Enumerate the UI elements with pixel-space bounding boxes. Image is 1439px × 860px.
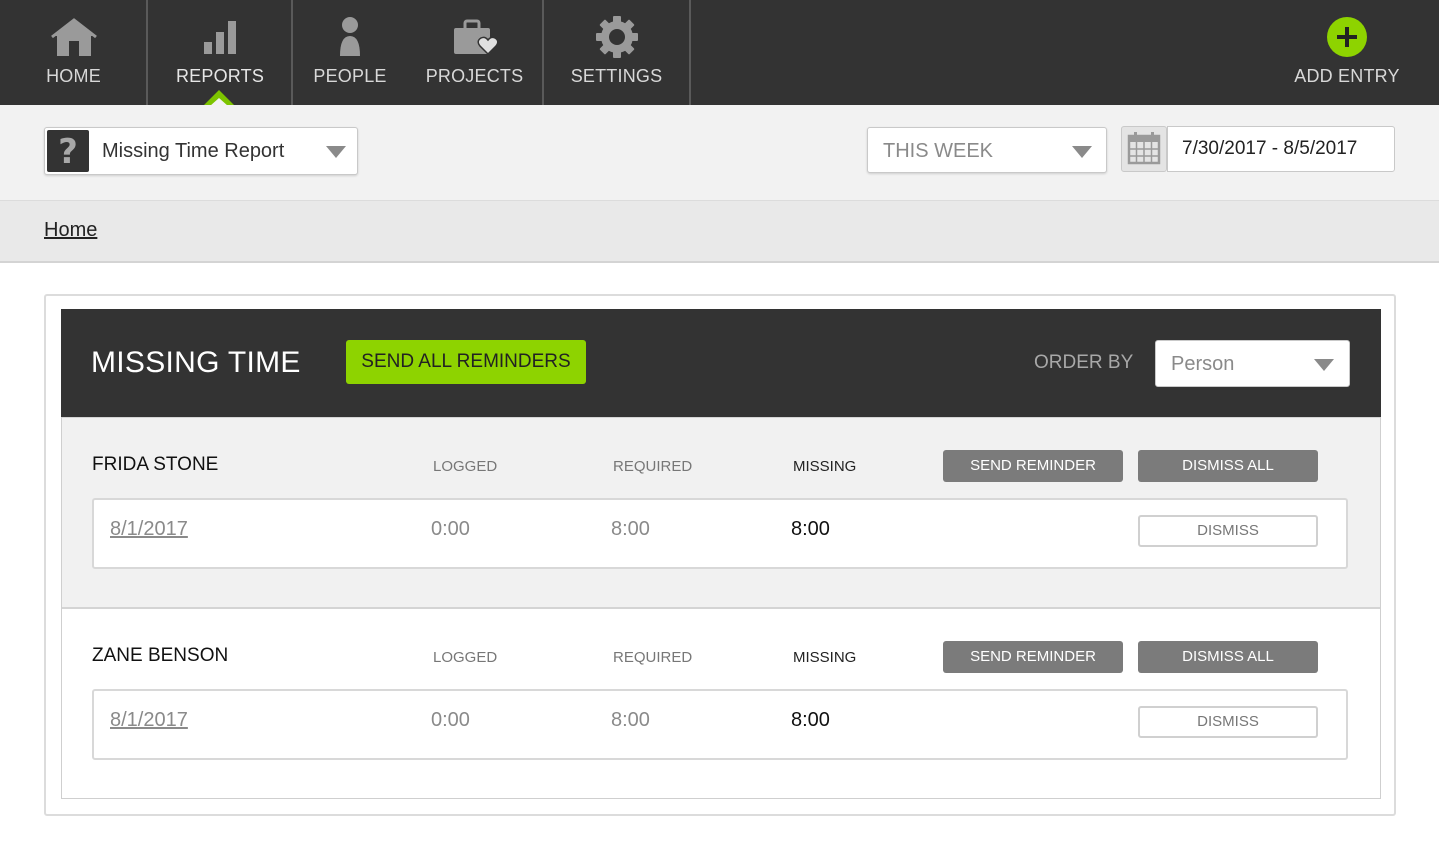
required-header: REQUIRED (613, 649, 693, 666)
nav-divider (689, 0, 691, 105)
missing-time-title: MISSING TIME (91, 346, 301, 379)
add-entry-label: ADD ENTRY (1294, 66, 1400, 86)
nav-reports-label: REPORTS (175, 66, 265, 86)
calendar-icon (1127, 132, 1161, 165)
bar-chart-icon (204, 21, 236, 54)
briefcase-heart-icon (453, 19, 498, 56)
nav-people[interactable]: PEOPLE (293, 0, 407, 105)
date-range-select[interactable]: THIS WEEK (867, 127, 1107, 173)
dismiss-all-button[interactable]: DISMISS ALL (1138, 641, 1318, 673)
date-range-select-value: THIS WEEK (883, 140, 994, 162)
missing-value: 8:00 (791, 518, 830, 540)
nav-settings-label: SETTINGS (570, 66, 663, 86)
plus-circle-icon (1327, 17, 1367, 57)
nav-projects[interactable]: PROJECTS (407, 0, 542, 105)
missing-value: 8:00 (791, 709, 830, 731)
person-name: ZANE BENSON (92, 645, 229, 666)
person-section: FRIDA STONE LOGGED REQUIRED MISSING SEND… (62, 417, 1380, 607)
send-reminder-button[interactable]: SEND REMINDER (943, 450, 1123, 482)
logged-header: LOGGED (433, 649, 498, 666)
missing-header: MISSING (793, 458, 857, 475)
nav-home-label: HOME (46, 66, 101, 86)
order-by-select[interactable]: Person (1155, 340, 1350, 387)
calendar-button[interactable] (1121, 126, 1167, 172)
send-reminder-button[interactable]: SEND REMINDER (943, 641, 1123, 673)
chevron-down-icon (326, 146, 346, 158)
report-type-value: Missing Time Report (102, 140, 285, 162)
required-header: REQUIRED (613, 458, 693, 475)
help-icon: ? (47, 130, 89, 172)
chevron-down-icon (1072, 146, 1092, 158)
nav-home[interactable]: HOME (0, 0, 147, 105)
person-section: ZANE BENSON LOGGED REQUIRED MISSING SEND… (62, 607, 1380, 798)
date-range-field[interactable]: 7/30/2017 - 8/5/2017 (1167, 126, 1395, 172)
nav-projects-label: PROJECTS (425, 66, 524, 86)
gear-icon (595, 16, 638, 58)
report-toolbar: ? Missing Time Report THIS WEEK 7/30/201… (0, 105, 1439, 201)
dismiss-button[interactable]: DISMISS (1138, 515, 1318, 547)
logged-value: 0:00 (431, 518, 470, 540)
table-row: 8/1/2017 0:00 8:00 8:00 DISMISS (92, 689, 1348, 760)
breadcrumb: Home (0, 201, 1439, 263)
nav-settings[interactable]: SETTINGS (544, 0, 689, 105)
entry-date-link[interactable]: 8/1/2017 (110, 518, 188, 541)
svg-text:?: ? (58, 132, 78, 172)
required-value: 8:00 (611, 518, 650, 540)
missing-header: MISSING (793, 649, 857, 666)
logged-header: LOGGED (433, 458, 498, 475)
breadcrumb-home-link[interactable]: Home (44, 219, 97, 242)
order-by-label: ORDER BY (1034, 352, 1134, 373)
person-name: FRIDA STONE (92, 454, 219, 475)
entry-date-link[interactable]: 8/1/2017 (110, 709, 188, 732)
send-all-reminders-button[interactable]: SEND ALL REMINDERS (346, 340, 586, 384)
required-value: 8:00 (611, 709, 650, 731)
report-type-select[interactable]: ? Missing Time Report (44, 127, 358, 175)
table-row: 8/1/2017 0:00 8:00 8:00 DISMISS (92, 498, 1348, 569)
order-by-value: Person (1171, 353, 1235, 375)
dismiss-button[interactable]: DISMISS (1138, 706, 1318, 738)
add-entry-button[interactable]: ADD ENTRY (1286, 0, 1408, 105)
home-icon (50, 18, 97, 56)
dismiss-all-button[interactable]: DISMISS ALL (1138, 450, 1318, 482)
logged-value: 0:00 (431, 709, 470, 731)
chevron-down-icon (1314, 359, 1334, 371)
nav-people-label: PEOPLE (313, 66, 387, 86)
person-icon (340, 17, 360, 56)
